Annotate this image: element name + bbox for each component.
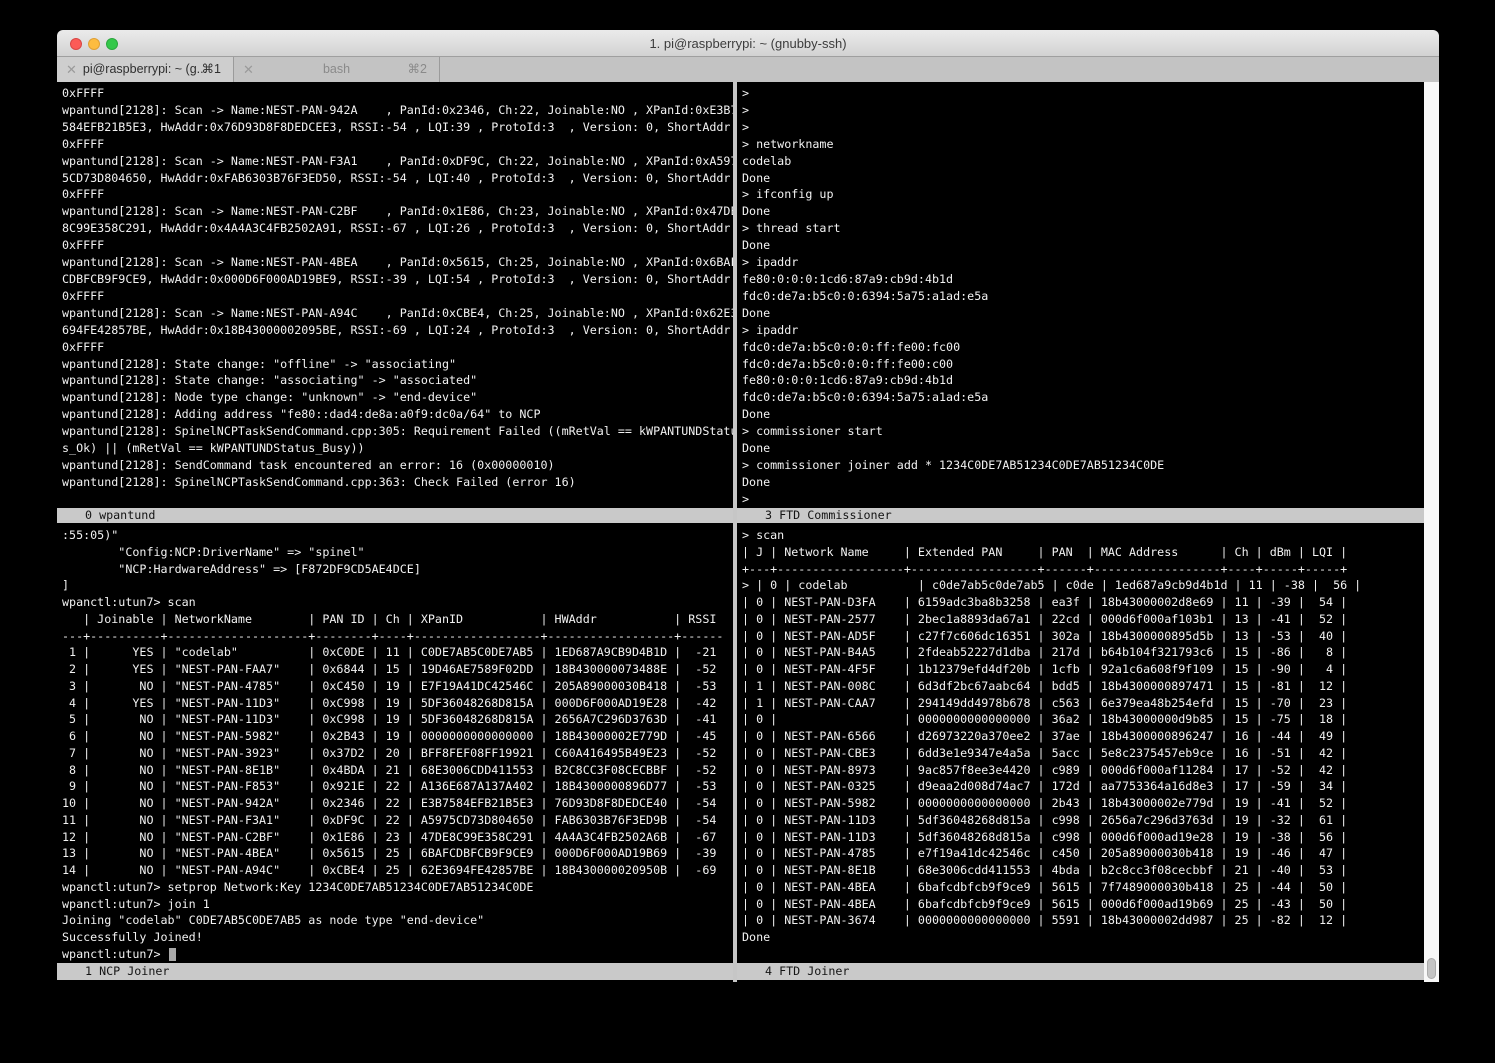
tab-shortcut: ⌘1 [202,57,221,82]
pane-ftd-joiner[interactable]: > scan | J | Network Name | Extended PAN… [737,523,1424,963]
pane-title-ftd-joiner: 4 FTD Joiner [737,963,1424,980]
terminal-cursor [169,948,176,961]
tab-bar: ✕ pi@raspberrypi: ~ (g... ⌘1 ✕ bash ⌘2 [57,57,1439,82]
pane-ncp-joiner[interactable]: :55:05)" "Config:NCP:DriverName" => "spi… [57,523,733,963]
window-title: 1. pi@raspberrypi: ~ (gnubby-ssh) [57,30,1439,57]
wpanctl-prompt-line: wpanctl:utun7> [57,946,733,963]
tab-ssh-session[interactable]: ✕ pi@raspberrypi: ~ (g... ⌘1 [57,57,234,82]
scrollbar-track[interactable] [1424,82,1439,982]
scrollbar-thumb[interactable] [1427,958,1436,979]
pane-title-ncp-joiner: 1 NCP Joiner [57,963,733,980]
ftd-commissioner-cli-text: > > > > networkname codelab Done > ifcon… [737,82,1424,508]
pane-divider[interactable] [733,82,737,982]
pane-ftd-commissioner[interactable]: > > > > networkname codelab Done > ifcon… [737,82,1424,508]
pane-title-wpantund: 0 wpantund [57,508,733,523]
tab-bash[interactable]: ✕ bash ⌘2 [234,57,440,82]
tmux-session: 0xFFFF wpantund[2128]: Scan -> Name:NEST… [57,82,1439,982]
pane-title-ftd-commissioner: 3 FTD Commissioner [737,508,1424,523]
wpantund-log-text: 0xFFFF wpantund[2128]: Scan -> Name:NEST… [57,82,733,491]
terminal-window: 1. pi@raspberrypi: ~ (gnubby-ssh) ✕ pi@r… [57,30,1439,982]
wpanctl-prompt: wpanctl:utun7> [62,947,168,961]
window-titlebar[interactable]: 1. pi@raspberrypi: ~ (gnubby-ssh) [57,30,1439,57]
ftd-joiner-cli-text: > scan | J | Network Name | Extended PAN… [737,523,1424,946]
pane-wpantund[interactable]: 0xFFFF wpantund[2128]: Scan -> Name:NEST… [57,82,733,508]
tab-shortcut: ⌘2 [408,57,427,82]
ncp-joiner-cli-text: :55:05)" "Config:NCP:DriverName" => "spi… [57,523,733,946]
